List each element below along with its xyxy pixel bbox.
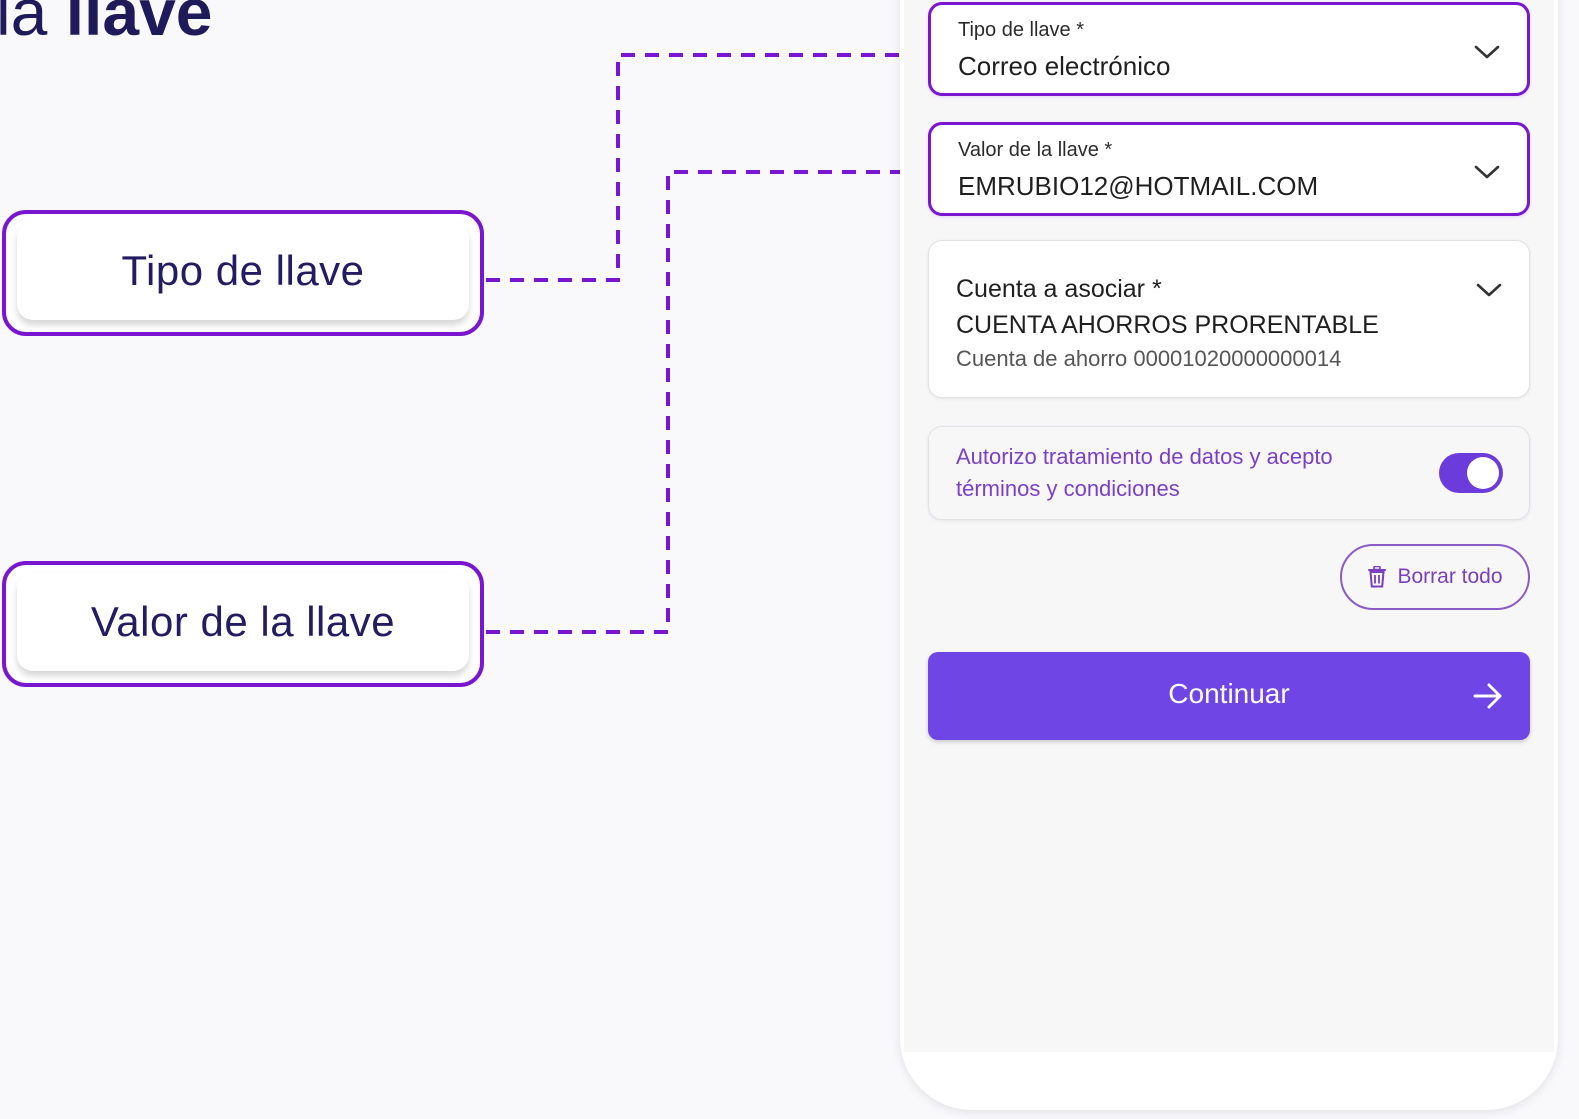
chevron-down-icon — [1474, 165, 1500, 179]
toggle-knob — [1467, 457, 1499, 489]
continue-label: Continuar — [1168, 678, 1290, 709]
field-label: Cuenta a asociar * — [956, 275, 1162, 303]
app-screen: Tipo de llave * Correo electrónico Valor… — [904, 0, 1554, 1052]
phone-frame: Tipo de llave * Correo electrónico Valor… — [900, 0, 1558, 1110]
heading-prefix: la — [0, 0, 48, 49]
chevron-down-icon — [1476, 283, 1502, 297]
callout-label: Valor de la llave — [17, 573, 469, 671]
chevron-down-icon — [1474, 45, 1500, 59]
account-number: Cuenta de ahorro 00001020000000014 — [956, 346, 1342, 371]
clear-all-button[interactable]: Borrar todo — [1340, 544, 1530, 610]
connector-valor-de-la-llave — [486, 170, 930, 634]
arrow-right-icon — [1473, 683, 1502, 709]
field-label: Valor de la llave * — [958, 139, 1113, 161]
terms-consent-row: Autorizo tratamiento de datos y acepto t… — [928, 426, 1530, 520]
callout-tipo-de-llave: Tipo de llave — [2, 210, 484, 336]
tipo-de-llave-select[interactable]: Tipo de llave * Correo electrónico — [928, 2, 1530, 96]
callout-valor-de-la-llave: Valor de la llave — [2, 561, 484, 687]
clear-all-label: Borrar todo — [1397, 565, 1503, 588]
continue-button[interactable]: Continuar — [928, 652, 1530, 740]
field-value: Correo electrónico — [958, 51, 1171, 81]
field-value: EMRUBIO12@HOTMAIL.COM — [958, 171, 1319, 201]
heading-emphasis: llave — [65, 0, 213, 49]
field-label: Tipo de llave * — [958, 19, 1084, 41]
trash-icon — [1368, 566, 1387, 588]
cuenta-a-asociar-select[interactable]: Cuenta a asociar * CUENTA AHORROS PROREN… — [928, 240, 1530, 398]
field-value: CUENTA AHORROS PRORENTABLE — [956, 311, 1379, 339]
page-heading: la llave — [0, 0, 213, 52]
callout-label: Tipo de llave — [17, 222, 469, 320]
terms-toggle[interactable] — [1439, 453, 1503, 493]
valor-de-la-llave-select[interactable]: Valor de la llave * EMRUBIO12@HOTMAIL.CO… — [928, 122, 1530, 216]
connector-tipo-de-llave — [486, 53, 930, 282]
terms-text: Autorizo tratamiento de datos y acepto t… — [956, 444, 1333, 501]
